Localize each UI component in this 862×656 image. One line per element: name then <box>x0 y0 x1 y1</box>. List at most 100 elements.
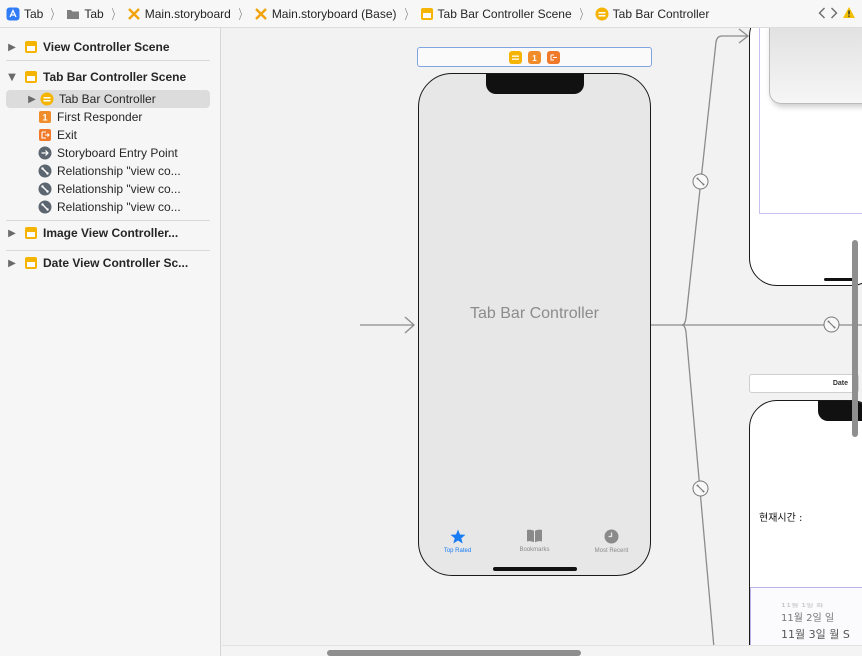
forward-chevron-icon[interactable] <box>830 7 838 22</box>
outline-row-first-responder[interactable]: 1 First Responder <box>6 108 210 126</box>
crumb-scene[interactable]: Tab Bar Controller Scene <box>420 7 572 21</box>
outline-row-tab-bar-controller-scene[interactable]: ▼ Tab Bar Controller Scene <box>6 68 210 86</box>
date-view-controller-scene[interactable]: 현재시간 : 11월 1일 화 11월 2일 일 11월 3일 월 S <box>749 400 862 656</box>
crumb-folder[interactable]: Tab <box>66 6 104 21</box>
picker-row: 11월 3일 월 S <box>781 628 850 641</box>
disclosure-closed-icon[interactable]: ▶ <box>26 94 38 105</box>
outline-label: Tab Bar Controller Scene <box>43 70 187 84</box>
divider <box>6 60 210 61</box>
crumb-label: Main.storyboard (Base) <box>271 6 397 21</box>
crumb-separator: 〉 <box>238 8 247 23</box>
picker-row: 11월 1일 화 <box>781 602 824 609</box>
outline-row-view-controller-scene[interactable]: ▶ View Controller Scene <box>6 38 210 56</box>
folder-icon <box>66 7 80 21</box>
crumb-label: Tab <box>24 6 44 21</box>
outline-row-image-view-controller-scene[interactable]: ▶ Image View Controller... <box>6 224 210 242</box>
tab-bar: Top Rated Bookmarks Most Recent <box>419 521 650 561</box>
crumb-project[interactable]: Tab <box>6 7 43 21</box>
tab-bar-controller-scene[interactable]: Tab Bar Controller Top Rated Bookmarks M… <box>418 73 651 576</box>
crumb-label: Tab <box>84 6 104 21</box>
outline-row-relationship-3[interactable]: Relationship "view co... <box>6 198 210 216</box>
home-indicator <box>824 278 854 281</box>
warning-icon[interactable] <box>842 6 856 22</box>
entry-point-icon <box>38 146 52 160</box>
storyboard-canvas[interactable]: 1 Tab Bar Controller Top Rated Bookmarks… <box>222 28 862 656</box>
home-indicator <box>493 567 577 571</box>
relationship-segue-icon[interactable] <box>692 173 709 195</box>
crumb-separator: 〉 <box>111 8 120 23</box>
picker-row: 11월 2일 일 <box>781 613 835 624</box>
crumb-separator: 〉 <box>579 8 588 23</box>
relationship-segue-icon[interactable] <box>692 480 709 502</box>
svg-text:1: 1 <box>42 113 47 123</box>
outline-label: Relationship "view co... <box>57 182 181 196</box>
divider <box>6 250 210 251</box>
crumb-separator: 〉 <box>50 8 59 23</box>
star-icon <box>450 529 466 548</box>
vertical-scrollbar[interactable] <box>852 240 858 437</box>
app-icon <box>6 7 20 21</box>
horizontal-scrollbar[interactable] <box>327 650 581 656</box>
xcode-window: Tab 〉 Tab 〉 Main.storyboard 〉 Main.story… <box>0 0 862 656</box>
tab-label: Most Recent <box>594 547 629 554</box>
disclosure-closed-icon[interactable]: ▶ <box>6 258 18 269</box>
storyboard-icon <box>254 7 268 21</box>
scene-icon <box>24 70 38 84</box>
back-chevron-icon[interactable] <box>818 7 826 22</box>
crumb-storyboard-base[interactable]: Main.storyboard (Base) <box>254 7 397 21</box>
outline-label: Image View Controller... <box>43 226 179 240</box>
jump-bar: Tab 〉 Tab 〉 Main.storyboard 〉 Main.story… <box>0 0 862 28</box>
scene-dock[interactable]: 1 <box>417 47 652 67</box>
crumb-storyboard[interactable]: Main.storyboard <box>127 7 231 21</box>
crumb-separator: 〉 <box>404 8 412 23</box>
relationship-icon <box>38 200 52 214</box>
first-responder-icon[interactable]: 1 <box>528 50 541 64</box>
divider <box>6 220 210 221</box>
relationship-icon <box>38 182 52 196</box>
relationship-icon <box>38 164 52 178</box>
relationship-segue-icon[interactable] <box>823 316 840 338</box>
storyboard-icon <box>127 7 141 21</box>
svg-text:1: 1 <box>532 54 537 62</box>
date-scene-dock[interactable]: Date <box>749 374 859 393</box>
outline-label: Storyboard Entry Point <box>57 146 178 160</box>
scene-icon <box>24 226 38 240</box>
crumb-controller[interactable]: Tab Bar Controller <box>595 6 710 21</box>
first-responder-icon: 1 <box>38 110 52 124</box>
disclosure-open-icon[interactable]: ▼ <box>6 72 18 83</box>
outline-row-storyboard-entry-point[interactable]: Storyboard Entry Point <box>6 144 210 162</box>
tab-label: Bookmarks <box>519 547 550 553</box>
tab-most-recent[interactable]: Most Recent <box>573 521 650 561</box>
document-outline: ▶ View Controller Scene ▼ Tab Bar Contro… <box>0 28 221 656</box>
device-notch <box>486 74 584 94</box>
tab-bar-controller-icon <box>40 92 54 106</box>
outline-row-relationship-1[interactable]: Relationship "view co... <box>6 162 210 180</box>
image-view-controller-scene[interactable] <box>749 28 862 286</box>
exit-icon[interactable] <box>547 50 560 64</box>
disclosure-closed-icon[interactable]: ▶ <box>6 42 18 53</box>
disclosure-closed-icon[interactable]: ▶ <box>6 228 18 239</box>
outline-row-exit[interactable]: Exit <box>6 126 210 144</box>
outline-label: View Controller Scene <box>43 40 170 54</box>
book-icon <box>526 529 543 547</box>
scene-icon <box>420 7 434 21</box>
outline-row-date-view-controller-scene[interactable]: ▶ Date View Controller Sc... <box>6 254 210 272</box>
crumb-label: Tab Bar Controller Scene <box>437 6 572 21</box>
outline-label: Relationship "view co... <box>57 200 181 214</box>
outline-row-tab-bar-controller[interactable]: ▶ Tab Bar Controller <box>6 90 210 108</box>
jump-bar-controls <box>818 6 856 22</box>
current-time-label: 현재시간 : <box>759 513 803 524</box>
outline-label: Tab Bar Controller <box>59 92 156 106</box>
outline-label: First Responder <box>57 110 143 124</box>
tab-bar-controller-icon[interactable] <box>509 50 522 64</box>
outline-label: Relationship "view co... <box>57 164 181 178</box>
outline-label: Exit <box>57 128 78 142</box>
scene-icon <box>24 40 38 54</box>
crumb-label: Main.storyboard <box>144 6 231 21</box>
tab-bookmarks[interactable]: Bookmarks <box>496 521 573 561</box>
outline-label: Date View Controller Sc... <box>43 256 189 270</box>
crumb-label: Tab Bar Controller <box>612 6 710 21</box>
tab-label: Top Rated <box>443 547 472 554</box>
outline-row-relationship-2[interactable]: Relationship "view co... <box>6 180 210 198</box>
tab-top-rated[interactable]: Top Rated <box>419 521 496 561</box>
